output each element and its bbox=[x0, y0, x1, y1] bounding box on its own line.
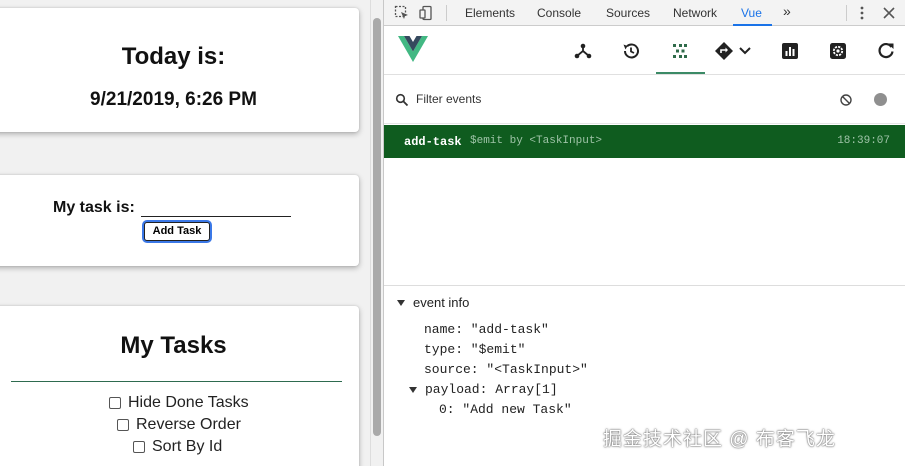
refresh-tool-button[interactable] bbox=[871, 36, 901, 66]
devtools-panel: Elements Console Sources Network Vue » F… bbox=[384, 0, 905, 466]
today-card: Today is: 9/21/2019, 6:26 PM bbox=[0, 8, 359, 132]
components-tool-button[interactable] bbox=[568, 36, 598, 66]
event-name: add-task bbox=[404, 135, 462, 149]
device-toolbar-icon[interactable] bbox=[419, 5, 435, 21]
tab-elements[interactable]: Elements bbox=[465, 6, 515, 20]
sort-by-id-checkbox[interactable] bbox=[133, 441, 145, 453]
inspect-icon[interactable] bbox=[394, 5, 410, 21]
expand-triangle-icon bbox=[397, 299, 405, 306]
info-payload-item: 0: "Add new Task" bbox=[439, 402, 572, 417]
info-source-line: source: "<TaskInput>" bbox=[424, 362, 588, 377]
hide-done-label: Hide Done Tasks bbox=[128, 394, 249, 411]
task-label: My task is: bbox=[53, 199, 135, 216]
sort-by-id-option[interactable]: Sort By Id bbox=[133, 438, 222, 456]
devtools-tabbar: Elements Console Sources Network Vue » bbox=[384, 0, 905, 26]
record-toggle-icon[interactable] bbox=[874, 93, 887, 106]
event-info-toggle[interactable]: event info bbox=[397, 295, 469, 310]
filter-events-input[interactable] bbox=[416, 92, 716, 106]
page-scrollbar[interactable] bbox=[370, 0, 383, 466]
reverse-order-option[interactable]: Reverse Order bbox=[117, 416, 241, 434]
tab-network[interactable]: Network bbox=[673, 6, 717, 20]
settings-icon bbox=[830, 43, 846, 59]
event-source: $emit by <TaskInput> bbox=[470, 135, 603, 147]
screen: Today is: 9/21/2019, 6:26 PM My task is:… bbox=[0, 0, 905, 466]
info-payload-toggle[interactable]: payload: Array[1] bbox=[409, 382, 558, 397]
task-list-card: My Tasks Hide Done Tasks Reverse Order S… bbox=[0, 306, 359, 466]
more-tabs-icon[interactable]: » bbox=[783, 3, 791, 19]
active-tool-indicator bbox=[656, 72, 705, 74]
refresh-icon bbox=[878, 42, 894, 59]
info-name-line: name: "add-task" bbox=[424, 322, 549, 337]
app-pane: Today is: 9/21/2019, 6:26 PM My task is:… bbox=[0, 0, 370, 466]
routing-icon bbox=[715, 42, 751, 60]
vue-toolbar bbox=[384, 26, 905, 75]
settings-tool-button[interactable] bbox=[823, 36, 853, 66]
event-list-item[interactable]: add-task $emit by <TaskInput> 18:39:07 bbox=[384, 125, 905, 158]
reverse-order-checkbox[interactable] bbox=[117, 419, 129, 431]
info-payload-line: payload: Array[1] bbox=[425, 382, 558, 397]
list-title: My Tasks bbox=[120, 332, 227, 359]
toolbar-separator bbox=[846, 5, 847, 21]
reverse-order-label: Reverse Order bbox=[136, 416, 241, 433]
hide-done-checkbox[interactable] bbox=[109, 397, 121, 409]
task-input[interactable] bbox=[141, 199, 291, 217]
task-input-card: My task is: Add Task bbox=[0, 175, 359, 266]
performance-icon bbox=[782, 43, 798, 59]
sort-by-id-label: Sort By Id bbox=[152, 438, 223, 455]
events-icon bbox=[673, 44, 687, 58]
clear-events-icon[interactable] bbox=[839, 93, 853, 107]
close-icon[interactable] bbox=[881, 5, 897, 21]
components-icon bbox=[574, 43, 592, 59]
today-date: 9/21/2019, 6:26 PM bbox=[90, 89, 257, 110]
tab-console[interactable]: Console bbox=[537, 6, 581, 20]
search-icon bbox=[395, 93, 409, 107]
add-task-button[interactable]: Add Task bbox=[144, 222, 210, 241]
history-tool-button[interactable] bbox=[616, 36, 646, 66]
routing-tool-button[interactable] bbox=[712, 36, 756, 66]
info-type-line: type: "$emit" bbox=[424, 342, 526, 357]
event-timestamp: 18:39:07 bbox=[837, 135, 890, 147]
events-tool-button[interactable] bbox=[665, 36, 695, 66]
toolbar-separator bbox=[446, 5, 447, 21]
performance-tool-button[interactable] bbox=[775, 36, 805, 66]
tab-sources[interactable]: Sources bbox=[606, 6, 650, 20]
history-icon bbox=[623, 43, 639, 59]
hide-done-option[interactable]: Hide Done Tasks bbox=[109, 394, 249, 412]
tab-vue[interactable]: Vue bbox=[741, 6, 762, 20]
vue-logo-icon bbox=[398, 36, 428, 62]
kebab-menu-icon[interactable] bbox=[854, 5, 870, 21]
filter-bar bbox=[384, 76, 905, 124]
divider bbox=[11, 381, 342, 382]
event-info-heading: event info bbox=[413, 295, 470, 310]
watermark: 掘金技术社区 @ 布客飞龙 bbox=[603, 429, 836, 450]
scrollbar-thumb[interactable] bbox=[373, 18, 381, 436]
expand-triangle-icon bbox=[409, 386, 417, 393]
today-title: Today is: bbox=[121, 43, 226, 70]
